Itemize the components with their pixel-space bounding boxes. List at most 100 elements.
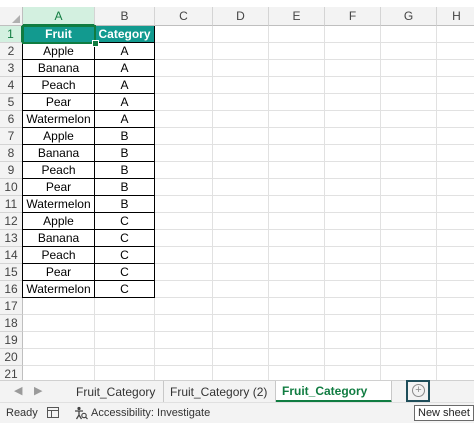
cell-f20[interactable] xyxy=(325,349,381,366)
cell-f2[interactable] xyxy=(325,43,381,60)
cell-f9[interactable] xyxy=(325,162,381,179)
row-header-3[interactable]: 3 xyxy=(0,60,23,77)
cell-h3[interactable] xyxy=(437,60,474,77)
cell-c19[interactable] xyxy=(155,332,213,349)
row-header-5[interactable]: 5 xyxy=(0,94,23,111)
cell-f8[interactable] xyxy=(325,145,381,162)
cell-f7[interactable] xyxy=(325,128,381,145)
cell-a5[interactable]: Pear xyxy=(23,94,95,111)
cell-e7[interactable] xyxy=(269,128,325,145)
cell-e4[interactable] xyxy=(269,77,325,94)
cell-d1[interactable] xyxy=(213,26,269,43)
cell-b3[interactable]: A xyxy=(95,60,155,77)
row-header-14[interactable]: 14 xyxy=(0,247,23,264)
cell-b5[interactable]: A xyxy=(95,94,155,111)
cell-e15[interactable] xyxy=(269,264,325,281)
cell-d4[interactable] xyxy=(213,77,269,94)
cell-h6[interactable] xyxy=(437,111,474,128)
tab-fruit-category-3[interactable]: Fruit_Category (3) xyxy=(276,381,392,418)
column-header-g[interactable]: G xyxy=(381,7,437,26)
cell-e20[interactable] xyxy=(269,349,325,366)
cell-g14[interactable] xyxy=(381,247,437,264)
cell-c3[interactable] xyxy=(155,60,213,77)
cell-a14[interactable]: Peach xyxy=(23,247,95,264)
cell-d19[interactable] xyxy=(213,332,269,349)
cell-g16[interactable] xyxy=(381,281,437,298)
cell-d11[interactable] xyxy=(213,196,269,213)
tab-fruit-category-2[interactable]: Fruit_Category (2) xyxy=(164,381,276,403)
cell-a4[interactable]: Peach xyxy=(23,77,95,94)
cell-c2[interactable] xyxy=(155,43,213,60)
cell-e19[interactable] xyxy=(269,332,325,349)
cell-a12[interactable]: Apple xyxy=(23,213,95,230)
cell-b19[interactable] xyxy=(95,332,155,349)
cell-g6[interactable] xyxy=(381,111,437,128)
cell-e3[interactable] xyxy=(269,60,325,77)
cell-a7[interactable]: Apple xyxy=(23,128,95,145)
row-header-1[interactable]: 1 xyxy=(0,26,23,43)
cell-b14[interactable]: C xyxy=(95,247,155,264)
cell-c11[interactable] xyxy=(155,196,213,213)
cell-h18[interactable] xyxy=(437,315,474,332)
cell-e9[interactable] xyxy=(269,162,325,179)
cell-f18[interactable] xyxy=(325,315,381,332)
cell-b12[interactable]: C xyxy=(95,213,155,230)
cell-d5[interactable] xyxy=(213,94,269,111)
row-header-2[interactable]: 2 xyxy=(0,43,23,60)
cell-g4[interactable] xyxy=(381,77,437,94)
cell-b9[interactable]: B xyxy=(95,162,155,179)
row-header-21[interactable]: 21 xyxy=(0,366,23,380)
cell-c14[interactable] xyxy=(155,247,213,264)
cell-d7[interactable] xyxy=(213,128,269,145)
cell-e11[interactable] xyxy=(269,196,325,213)
cell-a1[interactable]: Fruit xyxy=(23,26,95,43)
cell-d16[interactable] xyxy=(213,281,269,298)
row-header-18[interactable]: 18 xyxy=(0,315,23,332)
cell-f4[interactable] xyxy=(325,77,381,94)
cell-c12[interactable] xyxy=(155,213,213,230)
cell-d20[interactable] xyxy=(213,349,269,366)
cell-a19[interactable] xyxy=(23,332,95,349)
cell-e10[interactable] xyxy=(269,179,325,196)
cell-g2[interactable] xyxy=(381,43,437,60)
cell-g21[interactable] xyxy=(381,366,437,380)
accessibility-status[interactable]: Accessibility: Investigate xyxy=(91,407,210,419)
cell-d15[interactable] xyxy=(213,264,269,281)
column-header-h[interactable]: H xyxy=(437,7,474,26)
row-header-12[interactable]: 12 xyxy=(0,213,23,230)
cell-c13[interactable] xyxy=(155,230,213,247)
cell-a20[interactable] xyxy=(23,349,95,366)
cell-d2[interactable] xyxy=(213,43,269,60)
cell-a16[interactable]: Watermelon xyxy=(23,281,95,298)
cell-g5[interactable] xyxy=(381,94,437,111)
cell-f10[interactable] xyxy=(325,179,381,196)
cell-d10[interactable] xyxy=(213,179,269,196)
tab-fruit-category[interactable]: Fruit_Category xyxy=(70,381,164,403)
cell-h11[interactable] xyxy=(437,196,474,213)
cell-h8[interactable] xyxy=(437,145,474,162)
cell-h10[interactable] xyxy=(437,179,474,196)
cell-c1[interactable] xyxy=(155,26,213,43)
spreadsheet-grid[interactable]: A B C D E F G H 1 Fruit Category 2 Apple A 3 Banana A 4 Pe… xyxy=(0,7,474,380)
cell-f19[interactable] xyxy=(325,332,381,349)
cell-d9[interactable] xyxy=(213,162,269,179)
column-header-c[interactable]: C xyxy=(155,7,213,26)
cell-a18[interactable] xyxy=(23,315,95,332)
cell-g1[interactable] xyxy=(381,26,437,43)
prev-sheet-arrow-icon[interactable]: ◀ xyxy=(14,384,22,397)
cell-g15[interactable] xyxy=(381,264,437,281)
cell-b15[interactable]: C xyxy=(95,264,155,281)
row-header-13[interactable]: 13 xyxy=(0,230,23,247)
cell-g13[interactable] xyxy=(381,230,437,247)
cell-c10[interactable] xyxy=(155,179,213,196)
cell-f15[interactable] xyxy=(325,264,381,281)
cell-g10[interactable] xyxy=(381,179,437,196)
cell-b21[interactable] xyxy=(95,366,155,380)
cell-b4[interactable]: A xyxy=(95,77,155,94)
cell-e5[interactable] xyxy=(269,94,325,111)
cell-e6[interactable] xyxy=(269,111,325,128)
cell-f3[interactable] xyxy=(325,60,381,77)
cell-c7[interactable] xyxy=(155,128,213,145)
cell-f6[interactable] xyxy=(325,111,381,128)
cell-b8[interactable]: B xyxy=(95,145,155,162)
